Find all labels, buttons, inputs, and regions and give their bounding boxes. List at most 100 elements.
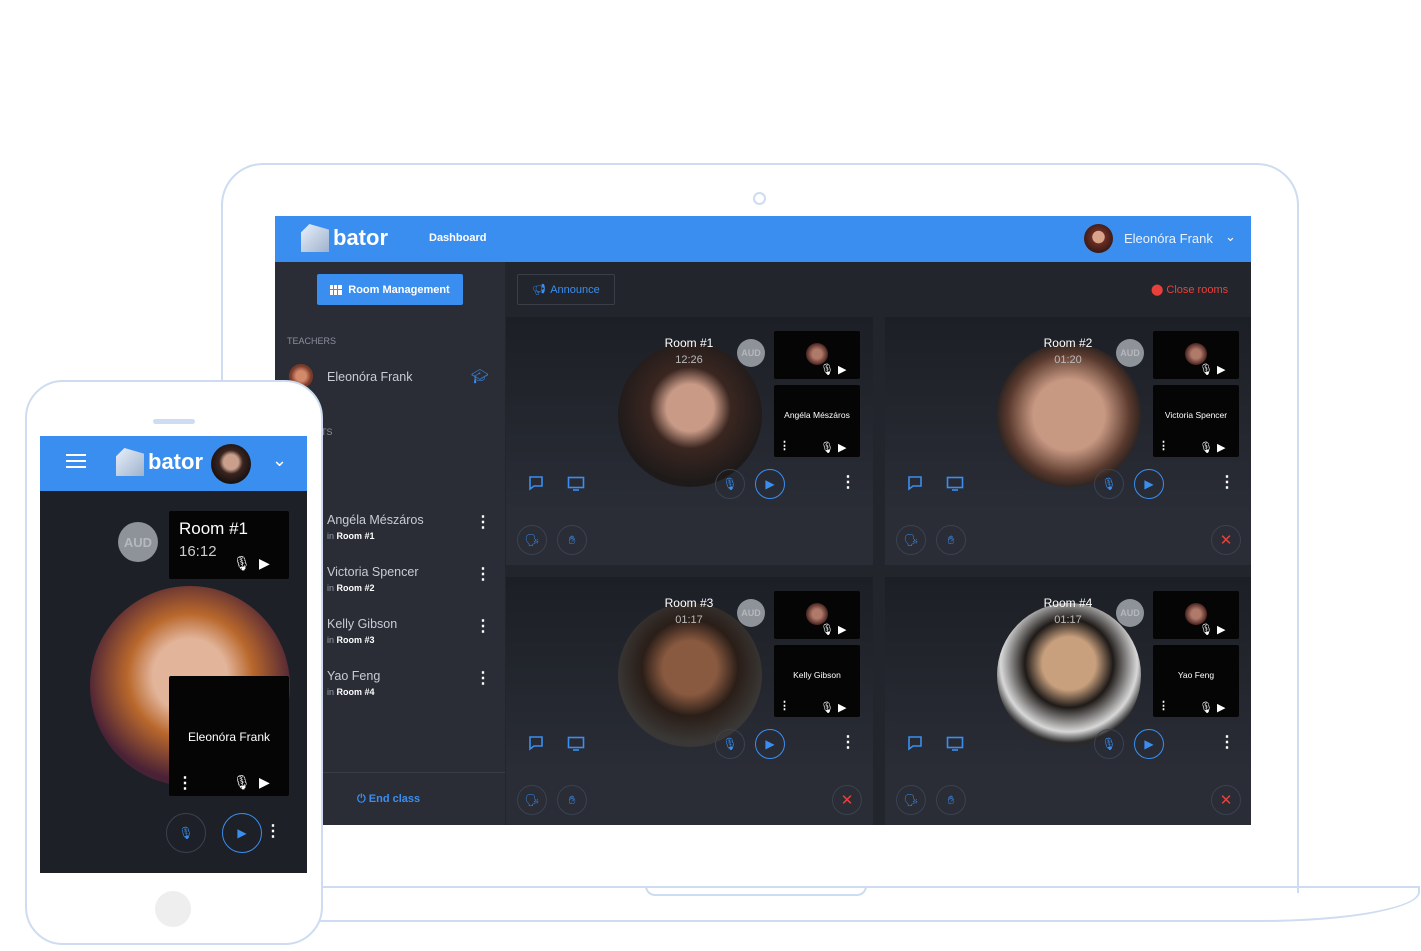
mic-off-icon: 🎙︎: [820, 364, 834, 376]
more-options-icon[interactable]: ⋮: [779, 441, 790, 452]
hamburger-menu-icon[interactable]: [66, 454, 86, 468]
announce-button[interactable]: 📢︎ Announce: [517, 274, 615, 305]
room-timer: 12:26: [675, 354, 703, 366]
student-item[interactable]: Angéla Mészáros in Room #1: [327, 513, 424, 541]
more-options-icon[interactable]: ⋮: [1158, 701, 1169, 712]
teacher-thumbnail: 🎙︎ ▶︎: [774, 331, 860, 379]
speaker-button[interactable]: 🗣︎: [896, 525, 926, 555]
close-room-button[interactable]: ✕: [1211, 525, 1241, 555]
more-options-icon[interactable]: ⋮: [840, 735, 856, 751]
aud-badge[interactable]: AUD: [118, 522, 158, 562]
mic-off-icon: 🎙︎: [1199, 624, 1213, 636]
video-off-icon: ▶︎: [1217, 364, 1226, 376]
student-thumbnail: Victoria Spencer ⋮ 🎙︎ ▶︎: [1153, 385, 1239, 457]
more-options-icon[interactable]: ⋮: [475, 619, 491, 635]
video-off-icon: ▶︎: [838, 702, 847, 714]
end-class-button[interactable]: ⏻ End class: [357, 793, 420, 806]
phone-home-button[interactable]: [155, 891, 191, 927]
room-tile: Room #2 01:20 AUD 🎙︎ ▶︎ Victoria Spencer…: [885, 317, 1251, 565]
user-name[interactable]: Eleonóra Frank: [1124, 231, 1213, 246]
student-thumbnail: Angéla Mészáros ⋮ 🎙︎ ▶︎: [774, 385, 860, 457]
hand-raise-button[interactable]: ✋︎: [557, 525, 587, 555]
laptop-screen: bator Dashboard Eleonóra Frank ⌄ Room Ma…: [275, 216, 1251, 825]
room-timer: 01:17: [1054, 614, 1082, 626]
close-room-button[interactable]: ✕: [1211, 785, 1241, 815]
chat-icon[interactable]: [528, 475, 544, 491]
aud-badge[interactable]: AUD: [1116, 339, 1144, 367]
more-options-icon[interactable]: ⋮: [1219, 735, 1235, 751]
student-item[interactable]: Yao Feng in Room #4: [327, 669, 380, 697]
user-avatar[interactable]: [1084, 224, 1113, 253]
self-name: Eleonóra Frank: [187, 730, 271, 744]
student-item[interactable]: Victoria Spencer in Room #2: [327, 565, 419, 593]
toggle-video-button[interactable]: ▶︎: [1134, 469, 1164, 499]
more-options-icon[interactable]: ⋮: [475, 567, 491, 583]
more-options-icon[interactable]: ⋮: [177, 776, 193, 792]
room-thumbnail[interactable]: Room #1 16:12 🎙︎ ▶︎: [169, 511, 289, 579]
phone-speaker: [153, 419, 195, 424]
student-name: Yao Feng: [1177, 670, 1215, 680]
header: bator Dashboard Eleonóra Frank ⌄: [275, 216, 1251, 262]
close-rooms-button[interactable]: ⬤ Close rooms: [1151, 283, 1228, 296]
speaker-button[interactable]: 🗣︎: [517, 785, 547, 815]
close-room-button[interactable]: ✕: [832, 785, 862, 815]
chevron-down-icon[interactable]: ⌄: [272, 450, 287, 471]
hand-raise-button[interactable]: ✋︎: [936, 525, 966, 555]
room-tile: Room #3 01:17 AUD 🎙︎ ▶︎ Kelly Gibson ⋮ 🎙…: [506, 577, 873, 825]
video-off-icon: ▶︎: [259, 774, 270, 790]
student-room-prefix: in: [327, 583, 335, 593]
mic-off-icon: 🎙︎: [233, 774, 251, 790]
video-off-icon: ▶︎: [1217, 624, 1226, 636]
chat-icon[interactable]: [907, 475, 923, 491]
screen-share-icon[interactable]: [946, 736, 964, 752]
mute-mic-button[interactable]: 🎙︎: [1094, 729, 1124, 759]
more-options-icon[interactable]: ⋮: [475, 671, 491, 687]
mute-mic-button[interactable]: 🎙︎: [166, 813, 206, 853]
screen-share-icon[interactable]: [567, 476, 585, 492]
more-options-icon[interactable]: ⋮: [1219, 475, 1235, 491]
end-class-label: End class: [368, 793, 421, 805]
logo[interactable]: bator: [301, 224, 388, 252]
speaker-button[interactable]: 🗣︎: [517, 525, 547, 555]
chevron-down-icon[interactable]: ⌄: [1225, 229, 1236, 245]
toggle-video-button[interactable]: ▶︎: [222, 813, 262, 853]
more-options-icon[interactable]: ⋮: [1158, 441, 1169, 452]
more-options-icon[interactable]: ⋮: [779, 701, 790, 712]
student-room: Room #3: [336, 635, 375, 645]
student-room: Room #4: [336, 687, 375, 697]
chat-icon[interactable]: [907, 735, 923, 751]
aud-badge[interactable]: AUD: [737, 339, 765, 367]
room-tile: Room #1 12:26 AUD 🎙︎ ▶︎ Angéla Mészáros …: [506, 317, 873, 565]
phone-logo: bator: [116, 448, 203, 476]
more-options-icon[interactable]: ⋮: [265, 824, 281, 840]
phone-header: bator ⌄: [40, 436, 307, 491]
more-options-icon[interactable]: ⋮: [840, 475, 856, 491]
mute-mic-button[interactable]: 🎙︎: [1094, 469, 1124, 499]
room-title: Room #1: [664, 336, 714, 350]
thumb-face: [1185, 603, 1207, 625]
student-name: Kelly Gibson: [327, 617, 398, 631]
speaker-button[interactable]: 🗣︎: [896, 785, 926, 815]
hand-raise-button[interactable]: ✋︎: [557, 785, 587, 815]
student-room-prefix: in: [327, 687, 335, 697]
room-management-button[interactable]: Room Management: [317, 274, 463, 305]
aud-badge[interactable]: AUD: [737, 599, 765, 627]
student-item[interactable]: Kelly Gibson in Room #3: [327, 617, 397, 645]
hand-raise-button[interactable]: ✋︎: [936, 785, 966, 815]
aud-badge[interactable]: AUD: [1116, 599, 1144, 627]
screen-share-icon[interactable]: [567, 736, 585, 752]
mute-mic-button[interactable]: 🎙︎: [715, 729, 745, 759]
more-options-icon[interactable]: ⋮: [475, 515, 491, 531]
screen-share-icon[interactable]: [946, 476, 964, 492]
phone-avatar[interactable]: [211, 444, 251, 484]
nav-dashboard[interactable]: Dashboard: [429, 232, 486, 244]
chat-icon[interactable]: [528, 735, 544, 751]
teacher-thumbnail: 🎙︎ ▶︎: [1153, 331, 1239, 379]
toggle-video-button[interactable]: ▶︎: [755, 729, 785, 759]
toggle-video-button[interactable]: ▶︎: [1134, 729, 1164, 759]
close-circle-icon: ⬤: [1151, 284, 1167, 296]
toggle-video-button[interactable]: ▶︎: [755, 469, 785, 499]
mute-mic-button[interactable]: 🎙︎: [715, 469, 745, 499]
student-name: Angéla Mészáros: [784, 410, 850, 420]
teacher-thumbnail: 🎙︎ ▶︎: [1153, 591, 1239, 639]
